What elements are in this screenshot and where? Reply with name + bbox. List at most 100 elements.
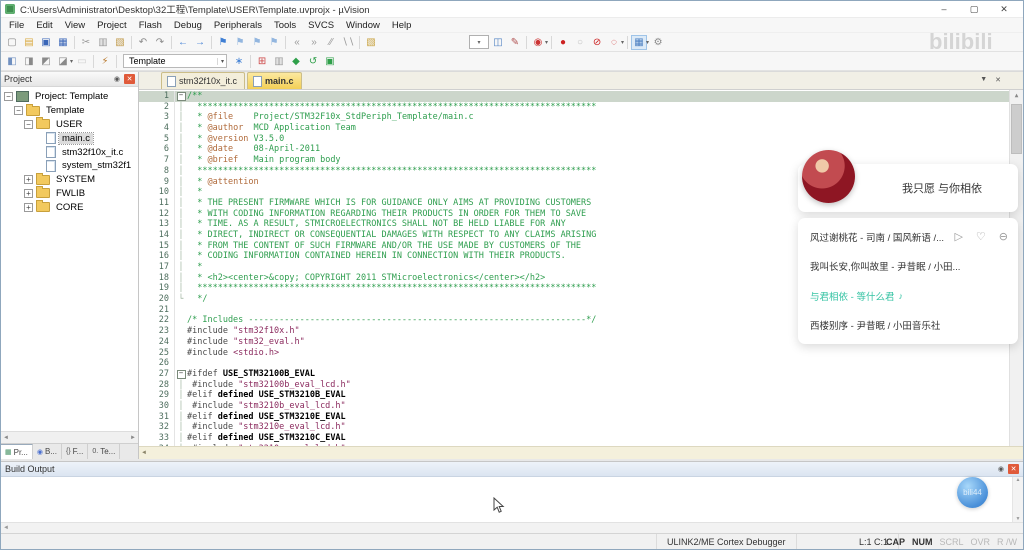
prev-bookmark-icon[interactable]: ⚑ (232, 35, 248, 50)
build-target-icon[interactable]: ◨ (21, 54, 37, 69)
playlist-item[interactable]: 西楼别序 - 尹昔眠 / 小田音乐社 (798, 312, 1018, 339)
cut-icon[interactable]: ✂ (78, 35, 94, 50)
minimize-button[interactable]: – (929, 4, 959, 15)
album-art[interactable] (802, 150, 855, 203)
expander-icon[interactable]: − (14, 106, 23, 115)
batch-build-button[interactable]: ◪▾ (55, 54, 73, 69)
tree-item-template[interactable]: −Template (1, 104, 138, 118)
dock-tab-books[interactable]: ◉B... (33, 444, 62, 459)
menu-view[interactable]: View (59, 20, 91, 31)
expander-icon[interactable]: − (24, 120, 33, 129)
scroll-thumb[interactable] (1011, 104, 1022, 154)
heart-icon[interactable]: ♡ (976, 230, 986, 243)
next-bookmark-icon[interactable]: ⚑ (249, 35, 265, 50)
menu-flash[interactable]: Flash (133, 20, 168, 31)
tree-item-core[interactable]: +CORE (1, 200, 138, 214)
disable-breakpoint-icon[interactable]: ⊘ (589, 35, 605, 50)
navigate-back-icon[interactable]: ← (175, 35, 191, 50)
project-hscrollbar[interactable]: ◄ ► (1, 431, 138, 443)
tree-item-user[interactable]: −USER (1, 118, 138, 132)
spell-check-icon[interactable]: ▧ (363, 35, 379, 50)
file-extensions-icon[interactable]: ▥ (271, 54, 287, 69)
menu-help[interactable]: Help (386, 20, 418, 31)
search-dropdown-icon[interactable]: ▾ (469, 35, 489, 49)
dock-tab-project[interactable]: ▦Pr... (1, 444, 33, 459)
menu-debug[interactable]: Debug (168, 20, 208, 31)
options-for-target-icon[interactable]: ∗ (231, 54, 247, 69)
copy-icon[interactable]: ▥ (95, 35, 111, 50)
editor-hscrollbar[interactable]: ◄ (139, 446, 1023, 459)
batch-build-icon[interactable]: ◪ (55, 54, 71, 69)
expander-icon[interactable]: + (24, 203, 33, 212)
dock-tab-templates[interactable]: 0.Te... (88, 444, 120, 459)
comment-selection-icon[interactable]: ∕∕ (323, 35, 339, 50)
tree-item-stm32f10x-it-c[interactable]: stm32f10x_it.c (1, 145, 138, 159)
unindent-icon[interactable]: « (289, 35, 305, 50)
playlist-item[interactable]: 我叫长安,你叫故里 - 尹昔眠 / 小田... (798, 253, 1018, 280)
rebuild-all-icon[interactable]: ◩ (38, 54, 54, 69)
indent-icon[interactable]: » (306, 35, 322, 50)
remove-icon[interactable]: ⊖ (999, 230, 1008, 243)
scroll-left-icon[interactable]: ◄ (3, 435, 9, 441)
download-flash-icon[interactable]: ⚡ (97, 54, 113, 69)
editor-tab-stm32f10x-it-c[interactable]: stm32f10x_it.c (161, 72, 245, 89)
save-all-icon[interactable]: ▦ (55, 35, 71, 50)
tree-item-project-template[interactable]: −Project: Template (1, 90, 138, 104)
translate-file-icon[interactable]: ◧ (4, 54, 20, 69)
expander-icon[interactable]: − (4, 92, 13, 101)
menu-peripherals[interactable]: Peripherals (208, 20, 268, 31)
annotation-pen-icon[interactable]: ✎ (507, 35, 523, 50)
expander-icon[interactable]: + (24, 189, 33, 198)
scroll-up-icon[interactable]: ▲ (1013, 477, 1023, 483)
build-hscrollbar[interactable]: ◄ (1, 522, 1023, 533)
menu-window[interactable]: Window (340, 20, 386, 31)
menu-file[interactable]: File (3, 20, 30, 31)
uncomment-selection-icon[interactable]: ∖∖ (340, 35, 356, 50)
tab-list-icon[interactable]: ▼ (980, 76, 987, 84)
window-layout-button[interactable]: ▦▾ (631, 35, 649, 50)
maximize-button[interactable]: ▢ (959, 4, 989, 15)
new-file-icon[interactable]: ▢ (4, 35, 20, 50)
stop-build-icon[interactable]: ▭ (74, 54, 90, 69)
pin-icon[interactable]: ◉ (114, 75, 120, 83)
find-in-files-icon[interactable]: ◫ (490, 35, 506, 50)
find-button[interactable]: ◉▾ (530, 35, 548, 50)
undo-icon[interactable]: ↶ (135, 35, 151, 50)
enable-breakpoint-icon[interactable]: ○ (572, 35, 588, 50)
expander-icon[interactable]: + (24, 175, 33, 184)
close-panel-icon[interactable]: ✕ (124, 74, 135, 84)
paste-icon[interactable]: ▧ (112, 35, 128, 50)
play-icon[interactable]: ▷ (954, 230, 962, 243)
toggle-bookmark-icon[interactable]: ⚑ (215, 35, 231, 50)
close-button[interactable]: ✕ (989, 4, 1019, 15)
tree-item-system-stm32f1[interactable]: system_stm32f1 (1, 159, 138, 173)
save-icon[interactable]: ▣ (38, 35, 54, 50)
window-layout-icon[interactable]: ▦ (631, 35, 647, 50)
pack-installer-icon[interactable]: ▣ (322, 54, 338, 69)
tree-item-fwlib[interactable]: +FWLIB (1, 187, 138, 201)
pin-icon[interactable]: ◉ (998, 465, 1004, 473)
open-file-icon[interactable]: ▤ (21, 35, 37, 50)
close-panel-icon[interactable]: ✕ (1008, 464, 1019, 474)
kill-breakpoints-icon[interactable]: ◌ (606, 35, 622, 50)
clear-bookmarks-icon[interactable]: ⚑ (266, 35, 282, 50)
menu-project[interactable]: Project (91, 20, 133, 31)
bilibili-float-badge[interactable]: bili44 (957, 477, 988, 508)
editor-tab-main-c[interactable]: main.c (247, 72, 302, 89)
manage-project-items-icon[interactable]: ⊞ (254, 54, 270, 69)
scroll-right-icon[interactable]: ► (130, 435, 136, 441)
redo-icon[interactable]: ↷ (152, 35, 168, 50)
scroll-left-icon[interactable]: ◄ (3, 525, 9, 531)
insert-breakpoint-icon[interactable]: ● (555, 35, 571, 50)
menu-tools[interactable]: Tools (268, 20, 302, 31)
playlist-item[interactable]: 风过谢桃花 - 司南 / 国风新语 /...▷♡⊖ (798, 223, 1018, 250)
close-document-icon[interactable]: ✕ (995, 76, 1001, 84)
tree-item-system[interactable]: +SYSTEM (1, 173, 138, 187)
find-icon[interactable]: ◉ (530, 35, 546, 50)
menu-svcs[interactable]: SVCS (302, 20, 340, 31)
manage-rte-icon[interactable]: ◆ (288, 54, 304, 69)
kill-breakpoints-button[interactable]: ◌▾ (606, 35, 624, 50)
build-output-content[interactable]: ▲ ▼ (1, 477, 1023, 522)
menu-edit[interactable]: Edit (30, 20, 58, 31)
playlist-item[interactable]: 与君相依 - 等什么君♪ (798, 282, 1018, 309)
